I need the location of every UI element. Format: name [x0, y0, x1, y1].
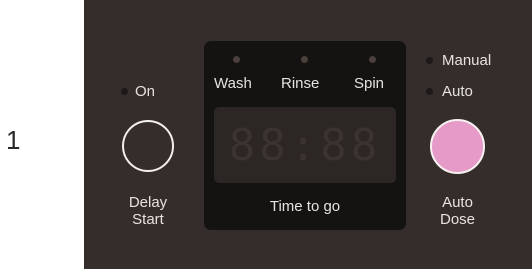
wash-indicator-led	[233, 56, 240, 63]
step-number: 1	[6, 125, 21, 155]
cycle-rinse-label: Rinse	[281, 75, 320, 92]
time-display-digits: 88:88	[228, 119, 382, 171]
auto-dose-label-line2: Dose	[439, 211, 476, 228]
auto-dose-label-line1: Auto	[442, 194, 473, 211]
delay-start-label-line2: Start	[132, 211, 164, 228]
on-label: On	[135, 83, 156, 100]
mode-auto-label: Auto	[442, 83, 473, 100]
auto-dose-label: Auto Dose	[425, 195, 490, 227]
manual-indicator-led	[426, 57, 433, 64]
delay-start-button[interactable]	[122, 120, 174, 172]
delay-start-label-line1: Delay	[128, 194, 168, 211]
cycle-wash-label: Wash	[214, 75, 252, 92]
auto-dose-button[interactable]	[430, 119, 485, 174]
delay-start-label: Delay Start	[120, 195, 176, 227]
spin-indicator-led	[369, 56, 376, 63]
rinse-indicator-led	[301, 56, 308, 63]
auto-indicator-led	[426, 88, 433, 95]
on-indicator-led	[121, 88, 128, 95]
cycle-spin-label: Spin	[354, 75, 385, 92]
time-display-screen: 88:88	[214, 107, 396, 183]
time-to-go-label: Time to go	[269, 198, 341, 215]
mode-manual-label: Manual	[442, 52, 492, 69]
